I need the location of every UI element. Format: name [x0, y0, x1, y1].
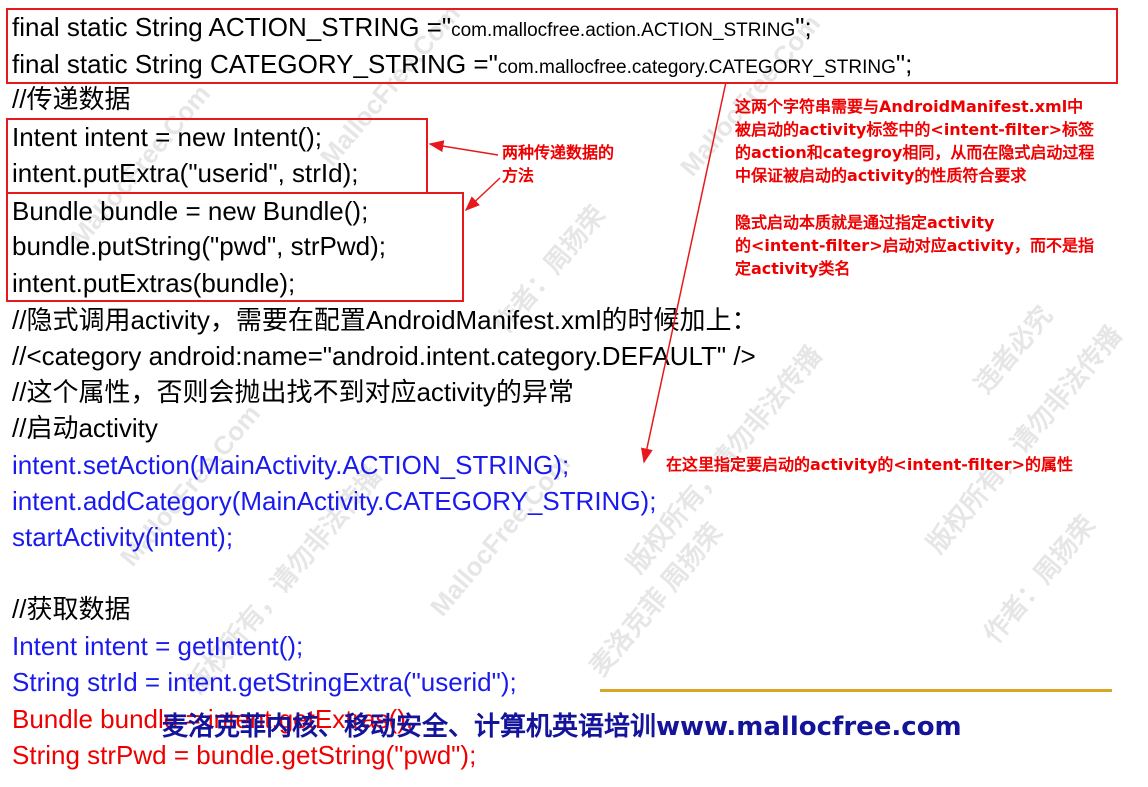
annotation-set-here: 在这里指定要启动的activity的<intent-filter>的属性: [666, 455, 1074, 474]
footer-rule: [600, 689, 1112, 692]
annotation-line: 这两个字符串需要与AndroidManifest.xml中: [735, 97, 1084, 116]
arrow-to-bundle: [464, 177, 501, 212]
footer-banner: 麦洛克菲内核、移动安全、计算机英语培训www.mallocfree.com: [162, 712, 962, 742]
annotation-two-ways: 两种传递数据的 方法: [502, 141, 614, 187]
annotation-implicit-note: 隐式启动本质就是通过指定activity 的<intent-filter>启动对…: [735, 211, 1094, 280]
annotation-manifest-note: 这两个字符串需要与AndroidManifest.xml中 被启动的activi…: [735, 95, 1094, 187]
annotation-line: 的action和categroy相同，从而在隐式启动过程: [735, 143, 1095, 162]
annotation-line: 的<intent-filter>启动对应activity，而不是指: [735, 236, 1095, 255]
annotation-line: 定activity类名: [735, 259, 851, 278]
arrow-to-putextra: [428, 140, 499, 156]
annotation-line: 方法: [502, 166, 535, 185]
annotation-line: 隐式启动本质就是通过指定activity: [735, 213, 995, 232]
annotation-line: 中保证被启动的activity的性质符合要求: [735, 166, 1027, 185]
arrow-manifest-to-setaction: [640, 81, 727, 464]
annotation-line: 被启动的activity标签中的<intent-filter>标签: [735, 120, 1095, 139]
annotation-line: 两种传递数据的: [502, 143, 615, 162]
